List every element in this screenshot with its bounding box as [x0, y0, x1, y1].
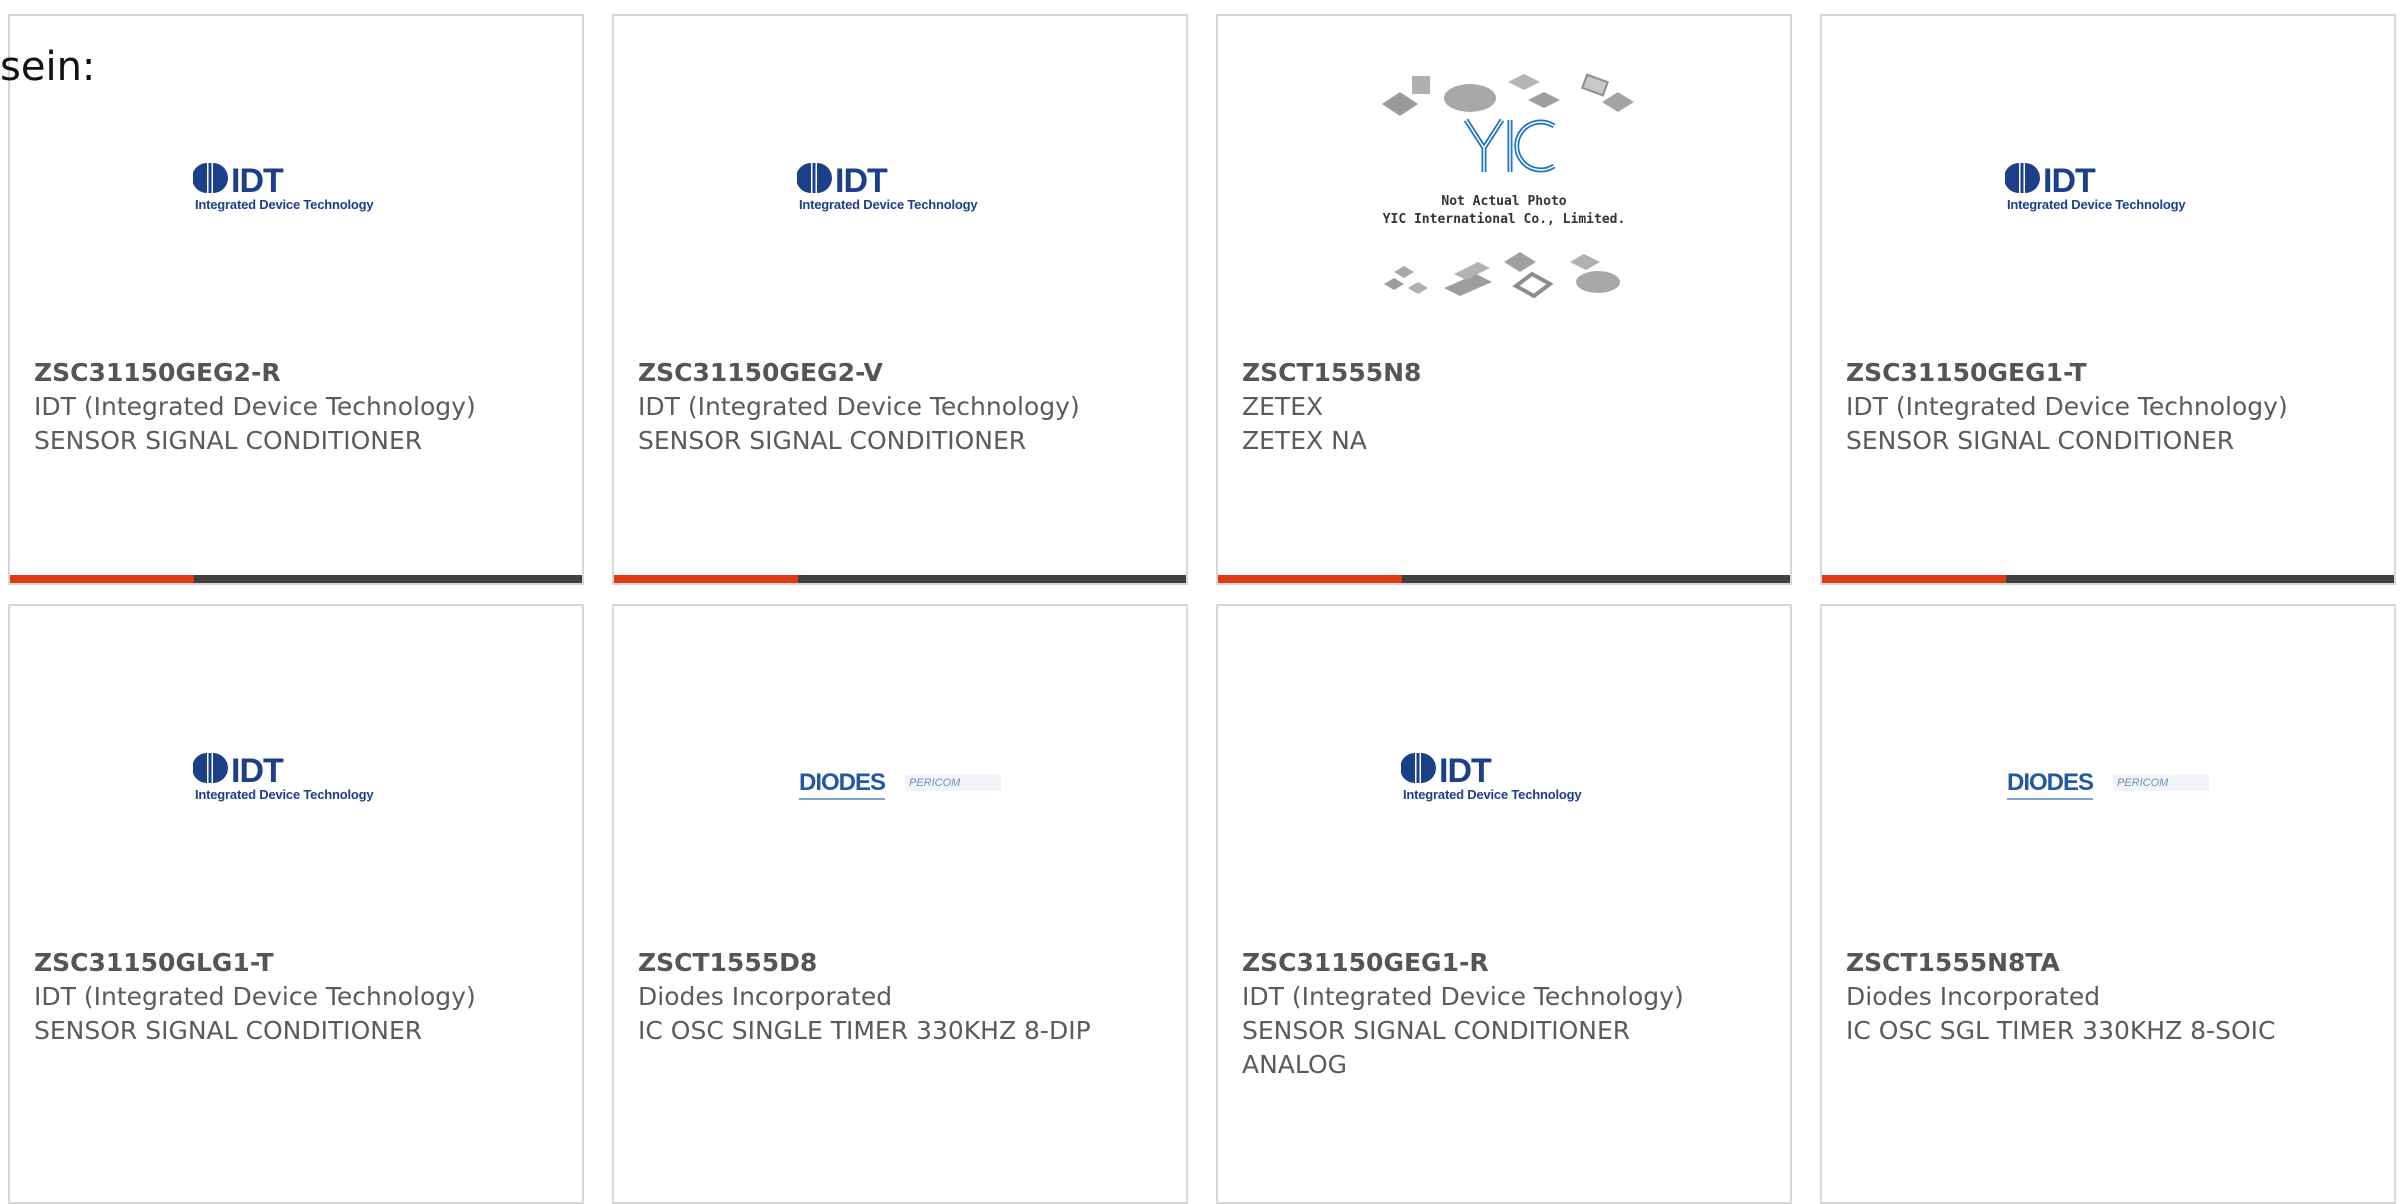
- card-bottom-bar: [1822, 575, 2394, 583]
- product-image[interactable]: Not Actual Photo YIC International Co., …: [1218, 16, 1790, 352]
- placeholder-line1: Not Actual Photo: [1441, 194, 1567, 209]
- idt-tagline: Integrated Device Technology: [799, 197, 978, 212]
- part-number-link[interactable]: ZSC31150GEG1-R: [1242, 946, 1712, 980]
- card-bottom-bar: [10, 575, 582, 583]
- card-bottom-bar: [1218, 575, 1790, 583]
- diodes-logo: DIODES PERICOM: [798, 769, 1001, 800]
- not-actual-photo-placeholder: Not Actual Photo YIC International Co., …: [1374, 62, 1634, 312]
- card-accent: [1822, 575, 2006, 583]
- intro-text: sein:: [0, 44, 96, 90]
- product-description: IC OSC SGL TIMER 330KHZ 8-SOIC: [1846, 1016, 2276, 1045]
- product-description: SENSOR SIGNAL CONDITIONER ANALOG: [1242, 1016, 1631, 1079]
- manufacturer-name: Diodes Incorporated: [638, 982, 893, 1011]
- manufacturer-name: Diodes Incorporated: [1846, 982, 2101, 1011]
- diodes-logo: DIODES PERICOM: [2006, 769, 2209, 800]
- idt-wordmark: IDT: [835, 162, 888, 197]
- manufacturer-name: IDT (Integrated Device Technology): [1846, 392, 2288, 421]
- idt-logo: IDT Integrated Device Technology: [193, 749, 399, 811]
- part-number-link[interactable]: ZSC31150GLG1-T: [34, 946, 504, 980]
- product-description: SENSOR SIGNAL CONDITIONER: [638, 426, 1027, 455]
- manufacturer-name: IDT (Integrated Device Technology): [34, 982, 476, 1011]
- product-image[interactable]: IDT Integrated Device Technology: [1218, 606, 1790, 942]
- product-info: ZSCT1555N8 ZETEX ZETEX NA: [1242, 356, 1712, 458]
- product-info: ZSCT1555N8TA Diodes Incorporated IC OSC …: [1846, 946, 2316, 1048]
- idt-logo: IDT Integrated Device Technology: [2005, 159, 2211, 221]
- idt-tagline: Integrated Device Technology: [2007, 197, 2186, 212]
- product-description: IC OSC SINGLE TIMER 330KHZ 8-DIP: [638, 1016, 1091, 1045]
- product-description: SENSOR SIGNAL CONDITIONER: [1846, 426, 2235, 455]
- idt-logo: IDT Integrated Device Technology: [1401, 749, 1607, 811]
- manufacturer-name: ZETEX: [1242, 392, 1324, 421]
- idt-tagline: Integrated Device Technology: [195, 787, 374, 802]
- placeholder-line2: YIC International Co., Limited.: [1382, 212, 1626, 227]
- product-card[interactable]: DIODES PERICOM ZSCT1555N8TA Diodes Incor…: [1820, 604, 2396, 1204]
- part-number-link[interactable]: ZSC31150GEG2-R: [34, 356, 504, 390]
- diodes-wordmark: DIODES: [798, 769, 886, 800]
- product-grid: IDT Integrated Device Technology ZSC3115…: [0, 0, 2400, 1204]
- pericom-wordmark: PERICOM: [905, 775, 1001, 791]
- manufacturer-name: IDT (Integrated Device Technology): [1242, 982, 1684, 1011]
- idt-wordmark: IDT: [231, 162, 284, 197]
- part-number-link[interactable]: ZSCT1555D8: [638, 946, 1108, 980]
- product-image[interactable]: IDT Integrated Device Technology: [10, 606, 582, 942]
- part-number-link[interactable]: ZSCT1555N8TA: [1846, 946, 2316, 980]
- product-info: ZSC31150GLG1-T IDT (Integrated Device Te…: [34, 946, 504, 1048]
- card-bottom-bar: [614, 575, 1186, 583]
- product-image[interactable]: DIODES PERICOM: [614, 606, 1186, 942]
- part-number-link[interactable]: ZSCT1555N8: [1242, 356, 1712, 390]
- product-description: SENSOR SIGNAL CONDITIONER: [34, 426, 423, 455]
- product-card[interactable]: IDT Integrated Device Technology ZSC3115…: [8, 14, 584, 585]
- chip-packages-icon: [1382, 73, 1634, 299]
- card-accent: [10, 575, 194, 583]
- product-info: ZSC31150GEG1-T IDT (Integrated Device Te…: [1846, 356, 2316, 458]
- diodes-wordmark: DIODES: [2006, 769, 2094, 800]
- product-description: ZETEX NA: [1242, 426, 1367, 455]
- product-info: ZSCT1555D8 Diodes Incorporated IC OSC SI…: [638, 946, 1108, 1048]
- pericom-wordmark: PERICOM: [2113, 775, 2209, 791]
- product-card[interactable]: IDT Integrated Device Technology ZSC3115…: [8, 604, 584, 1204]
- idt-wordmark: IDT: [231, 752, 284, 787]
- product-image[interactable]: IDT Integrated Device Technology: [10, 16, 582, 352]
- product-card[interactable]: Not Actual Photo YIC International Co., …: [1216, 14, 1792, 585]
- card-accent: [614, 575, 798, 583]
- idt-wordmark: IDT: [2043, 162, 2096, 197]
- product-card[interactable]: IDT Integrated Device Technology ZSC3115…: [612, 14, 1188, 585]
- part-number-link[interactable]: ZSC31150GEG2-V: [638, 356, 1108, 390]
- product-card[interactable]: IDT Integrated Device Technology ZSC3115…: [1216, 604, 1792, 1204]
- product-info: ZSC31150GEG1-R IDT (Integrated Device Te…: [1242, 946, 1712, 1082]
- manufacturer-name: IDT (Integrated Device Technology): [638, 392, 1080, 421]
- product-image[interactable]: IDT Integrated Device Technology: [1822, 16, 2394, 352]
- product-description: SENSOR SIGNAL CONDITIONER: [34, 1016, 423, 1045]
- product-image[interactable]: IDT Integrated Device Technology: [614, 16, 1186, 352]
- part-number-link[interactable]: ZSC31150GEG1-T: [1846, 356, 2316, 390]
- idt-tagline: Integrated Device Technology: [195, 197, 374, 212]
- product-card[interactable]: IDT Integrated Device Technology ZSC3115…: [1820, 14, 2396, 585]
- manufacturer-name: IDT (Integrated Device Technology): [34, 392, 476, 421]
- product-info: ZSC31150GEG2-V IDT (Integrated Device Te…: [638, 356, 1108, 458]
- product-card[interactable]: DIODES PERICOM ZSCT1555D8 Diodes Incorpo…: [612, 604, 1188, 1204]
- product-info: ZSC31150GEG2-R IDT (Integrated Device Te…: [34, 356, 504, 458]
- idt-tagline: Integrated Device Technology: [1403, 787, 1582, 802]
- idt-logo: IDT Integrated Device Technology: [193, 159, 399, 221]
- idt-logo: IDT Integrated Device Technology: [797, 159, 1003, 221]
- card-accent: [1218, 575, 1402, 583]
- idt-wordmark: IDT: [1439, 752, 1492, 787]
- product-image[interactable]: DIODES PERICOM: [1822, 606, 2394, 942]
